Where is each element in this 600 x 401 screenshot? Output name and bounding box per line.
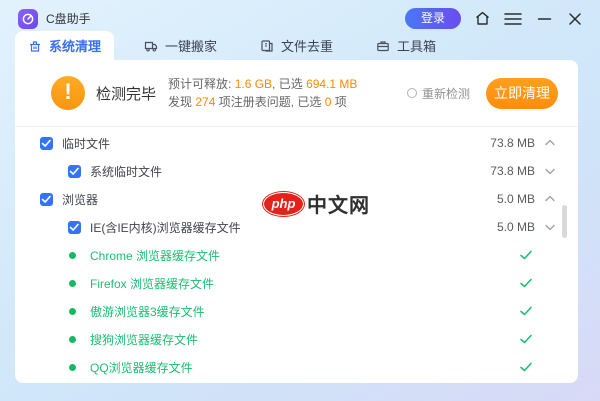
list-item[interactable]: 傲游浏览器3缓存文件 [15,297,578,325]
tab-2[interactable]: 一键搬家 [131,31,230,60]
item-label: 傲游浏览器3缓存文件 [90,304,205,319]
app-logo-icon [18,8,38,29]
done-check-icon [519,360,533,374]
bullet-dot-icon [69,279,76,287]
summary-text: 项 [331,95,347,109]
system-clean-icon [28,39,42,53]
titlebar: C盘助手 登录 [0,0,600,31]
recheck-label: 重新检测 [421,86,470,101]
toolbox-icon [376,39,390,53]
cleanup-list: 临时文件 73.8 MB 系统临时文件 73.8 MB 浏览器 5.0 MB IE(含IE内… [15,127,578,381]
summary-line2: 发现 274 项注册表问题, 已选 0 项 [168,93,357,111]
tab-bar: 系统清理 一键搬家 文件去重 工具箱 [15,31,580,60]
summary-value: 1.6 GB [234,77,273,91]
item-label: QQ浏览器缓存文件 [90,360,193,375]
login-button[interactable]: 登录 [405,8,461,29]
summary-text: 项注册表问题, 已选 [215,95,325,109]
tab-3[interactable]: 文件去重 [247,31,346,60]
chevron-down-icon[interactable] [544,165,556,177]
tab-4[interactable]: 工具箱 [363,31,449,60]
item-label: 临时文件 [62,136,111,151]
bullet-dot-icon [69,251,76,259]
list-item[interactable]: IE(含IE内核)浏览器缓存文件 5.0 MB [15,213,578,241]
recheck-button[interactable]: 重新检测 [406,85,470,102]
chevron-down-icon[interactable] [544,221,556,233]
minimize-icon[interactable] [534,9,554,29]
tab-label: 文件去重 [281,39,334,54]
tab-1[interactable]: 系统清理 [15,31,115,60]
main-panel: ! 检测完毕 预计可释放: 1.6 GB, 已选 694.1 MB 发现 274… [15,60,578,383]
item-label: IE(含IE内核)浏览器缓存文件 [90,220,241,235]
done-check-icon [519,276,533,290]
done-check-icon [519,248,533,262]
chevron-up-icon[interactable] [544,193,556,205]
checkbox[interactable] [40,136,53,150]
checkbox[interactable] [68,164,81,178]
list-item[interactable]: 临时文件 73.8 MB [15,129,578,157]
item-label: 系统临时文件 [90,164,163,179]
summary-text: , 已选 [272,77,307,91]
list-item[interactable]: 搜狗浏览器缓存文件 [15,325,578,353]
bullet-dot-icon [69,335,76,343]
tab-label: 一键搬家 [165,39,218,54]
done-check-icon [519,304,533,318]
tab-label: 系统清理 [49,39,102,54]
item-label: Chrome 浏览器缓存文件 [90,248,221,263]
summary-text: 发现 [168,95,196,109]
summary-line1: 预计可释放: 1.6 GB, 已选 694.1 MB [168,75,357,93]
scan-summary: ! 检测完毕 预计可释放: 1.6 GB, 已选 694.1 MB 发现 274… [15,60,578,127]
item-label: 搜狗浏览器缓存文件 [90,332,199,347]
item-size: 73.8 MB [490,136,535,150]
item-label: Firefox 浏览器缓存文件 [90,276,215,291]
chevron-up-icon[interactable] [544,137,556,149]
list-item[interactable]: QQ浏览器缓存文件 [15,353,578,381]
item-label: 浏览器 [62,192,99,207]
scrollbar-thumb[interactable] [562,205,567,238]
summary-value: 694.1 MB [306,77,358,91]
checkbox[interactable] [40,192,53,206]
item-size: 5.0 MB [496,220,535,234]
list-item[interactable]: Chrome 浏览器缓存文件 [15,241,578,269]
scan-status-title: 检测完毕 [96,85,157,103]
list-item[interactable]: Firefox 浏览器缓存文件 [15,269,578,297]
list-item[interactable]: 系统临时文件 73.8 MB [15,157,578,185]
menu-icon[interactable] [503,9,523,29]
done-check-icon [519,332,533,346]
home-icon[interactable] [472,9,492,29]
bullet-dot-icon [69,363,76,371]
tab-label: 工具箱 [397,39,437,54]
item-size: 5.0 MB [496,192,535,206]
clean-now-button[interactable]: 立即清理 [486,77,558,109]
warning-icon: ! [51,76,85,110]
item-size: 73.8 MB [490,164,535,178]
list-item[interactable]: 浏览器 5.0 MB [15,185,578,213]
close-icon[interactable] [565,9,585,29]
summary-value: 274 [195,95,216,109]
one-key-move-icon [144,39,158,53]
recheck-icon [406,88,417,98]
scan-summary-info: 预计可释放: 1.6 GB, 已选 694.1 MB 发现 274 项注册表问题… [168,75,357,111]
app-title: C盘助手 [46,12,91,26]
checkbox[interactable] [68,220,81,234]
bullet-dot-icon [69,307,76,315]
summary-text: 预计可释放: [168,77,235,91]
file-dedupe-icon [260,39,274,53]
